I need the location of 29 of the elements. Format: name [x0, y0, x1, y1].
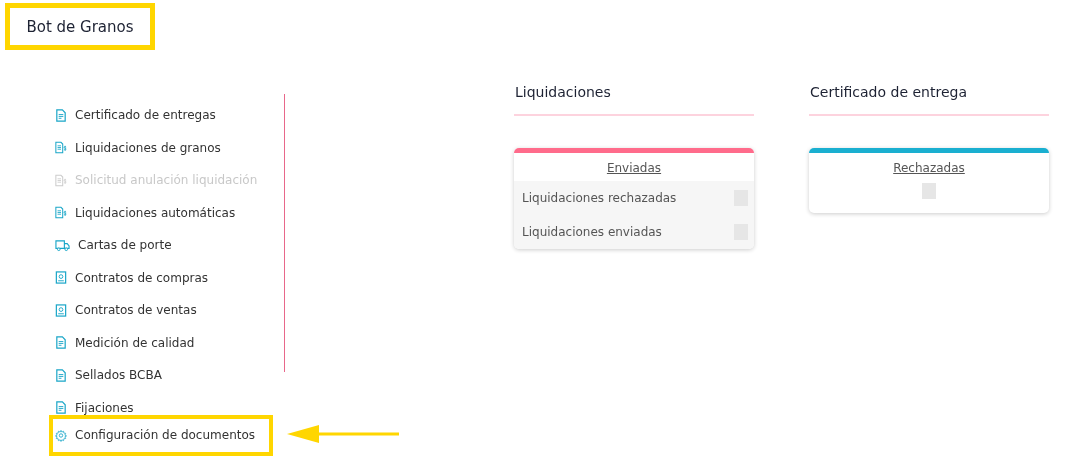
card-link[interactable]: Rechazadas — [893, 161, 965, 175]
card-row-link[interactable]: Liquidaciones enviadas — [522, 225, 662, 239]
sidebar-item[interactable]: Contratos de ventas — [55, 303, 197, 318]
contract-icon — [55, 271, 67, 285]
document-icon — [55, 368, 67, 382]
section-title: Certificado de entrega — [809, 84, 1049, 116]
sidebar-item[interactable]: Contratos de compras — [55, 270, 209, 285]
card-row-link[interactable]: Liquidaciones rechazadas — [522, 191, 677, 205]
sidebar-item[interactable]: Liquidaciones automáticas — [55, 205, 236, 220]
contract-icon — [55, 303, 67, 317]
loading-placeholder — [922, 183, 936, 199]
sidebar-item[interactable]: Cartas de porte — [55, 238, 172, 253]
sidebar-item[interactable]: Sellados BCBA — [55, 368, 162, 383]
invoice-icon — [55, 141, 67, 155]
sidebar-item[interactable]: Certificado de entregas — [55, 108, 216, 123]
sidebar-item[interactable]: Configuración de documentos — [55, 428, 256, 443]
document-icon — [55, 108, 67, 122]
app-title: Bot de Granos — [26, 17, 134, 36]
document-icon — [55, 336, 67, 350]
invoice-icon — [55, 206, 67, 220]
sidebar-item[interactable]: Medición de calidad — [55, 335, 195, 350]
section-title: Liquidaciones — [514, 84, 754, 116]
truck-icon — [55, 238, 70, 252]
sidebar-item[interactable]: Liquidaciones de granos — [55, 140, 221, 155]
card-link[interactable]: Enviadas — [606, 161, 662, 175]
sidebar-item[interactable]: Fijaciones — [55, 400, 134, 415]
settings-icon — [55, 428, 67, 442]
document-icon — [55, 401, 67, 415]
invoice-icon — [55, 173, 67, 187]
